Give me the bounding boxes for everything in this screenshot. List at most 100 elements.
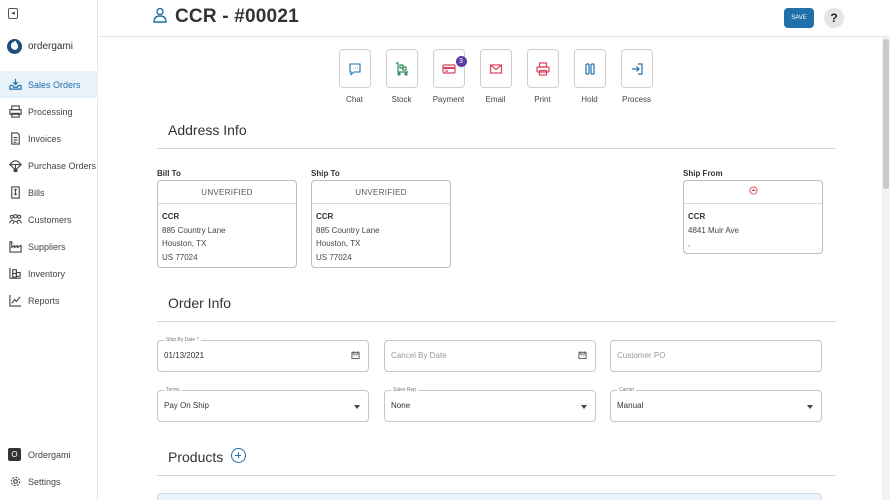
payment-count-badge: 3: [455, 56, 467, 67]
sidebar: ◂ ordergami Sales Orders Processing Invo…: [0, 0, 98, 500]
warehouse-alert-icon: [748, 186, 758, 195]
bill-to-label: Bill To: [157, 169, 181, 178]
field-label: Carrier: [617, 387, 637, 393]
terms-select[interactable]: Terms Pay On Ship: [157, 387, 369, 422]
email-button[interactable]: [479, 49, 512, 88]
payment-button[interactable]: 3: [432, 49, 467, 88]
sidebar-item-label: Sales Orders: [28, 79, 81, 90]
sidebar-item-bills[interactable]: Bills: [0, 179, 98, 206]
chevron-down-icon[interactable]: [354, 405, 360, 409]
sidebar-item-label: Bills: [28, 187, 45, 198]
payment-action[interactable]: 3 Payment: [425, 49, 472, 104]
line-chart-icon: [8, 294, 22, 308]
ship-to-line2: Houston, TX: [316, 239, 361, 248]
print-action[interactable]: Print: [519, 49, 566, 104]
parachute-icon: [8, 159, 22, 173]
sidebar-item-label: Suppliers: [28, 241, 66, 252]
chat-icon: [348, 62, 361, 76]
action-label: Process: [622, 95, 651, 104]
page-header: CCR - #00021 SAVE ?: [99, 0, 890, 37]
cancel-by-date-placeholder: Cancel By Date: [391, 351, 447, 360]
sidebar-item-settings[interactable]: Settings: [0, 468, 98, 495]
calendar-icon[interactable]: [578, 350, 587, 360]
ship-to-label: Ship To: [311, 169, 340, 178]
chevron-down-icon[interactable]: [581, 405, 587, 409]
receipt-icon: [8, 186, 22, 200]
add-product-icon[interactable]: [231, 448, 246, 463]
sales-rep-select[interactable]: Sales Rep None: [384, 387, 596, 422]
terms-value: Pay On Ship: [164, 401, 209, 410]
help-button[interactable]: ?: [824, 8, 844, 28]
customer-po-placeholder: Customer PO: [617, 351, 666, 360]
sidebar-item-processing[interactable]: Processing: [0, 98, 98, 125]
sidebar-item-label: Settings: [28, 476, 61, 487]
sidebar-item-label: Inventory: [28, 268, 66, 279]
save-button[interactable]: SAVE: [784, 8, 814, 28]
sidebar-item-suppliers[interactable]: Suppliers: [0, 233, 98, 260]
ship-by-date-field[interactable]: Ship By Date * 01/13/2021: [157, 337, 369, 372]
section-divider: [157, 321, 836, 322]
stock-button[interactable]: [385, 49, 418, 88]
collapse-sidebar-icon[interactable]: ◂: [8, 8, 18, 19]
sign-in-icon: [631, 62, 643, 75]
scrollbar-thumb[interactable]: [883, 39, 889, 189]
sidebar-item-invoices[interactable]: Invoices: [0, 125, 98, 152]
ship-from-line2: ,: [688, 239, 691, 248]
sidebar-nav: Sales Orders Processing Invoices Purchas…: [0, 71, 98, 314]
sidebar-item-label: Invoices: [28, 133, 62, 144]
title-wrap: CCR - #00021: [153, 6, 299, 28]
sidebar-item-purchase-orders[interactable]: Purchase Orders: [0, 152, 98, 179]
customer-po-field[interactable]: Customer PO: [610, 340, 822, 372]
sidebar-item-reports[interactable]: Reports: [0, 287, 98, 314]
action-label: Email: [485, 95, 506, 104]
sidebar-item-label: Processing: [28, 106, 73, 117]
action-label: Hold: [581, 95, 598, 104]
action-label: Stock: [391, 95, 412, 104]
print-button[interactable]: [526, 49, 559, 88]
section-divider: [157, 475, 836, 476]
brand-name: ordergami: [28, 41, 74, 52]
process-action[interactable]: Process: [613, 49, 660, 104]
credit-card-icon: [441, 63, 456, 74]
ship-by-date-value: 01/13/2021: [164, 351, 205, 360]
ship-from-card[interactable]: CCR 4841 Muir Ave ,: [683, 180, 823, 254]
ship-to-card[interactable]: UNVERIFIED CCR 885 Country Lane Houston,…: [311, 180, 451, 268]
page-title: CCR - #00021: [175, 6, 299, 27]
ship-to-address: CCR 885 Country Lane Houston, TX US 7702…: [312, 204, 450, 270]
user-icon: [153, 7, 167, 28]
org-label: Ordergami: [28, 449, 71, 460]
sidebar-item-customers[interactable]: Customers: [0, 206, 98, 233]
chat-button[interactable]: [338, 49, 371, 88]
bill-to-line3: US 77024: [162, 252, 198, 262]
sidebar-item-inventory[interactable]: Inventory: [0, 260, 98, 287]
chat-action[interactable]: Chat: [331, 49, 378, 104]
calendar-icon[interactable]: [351, 350, 360, 360]
sidebar-item-sales-orders[interactable]: Sales Orders: [0, 71, 98, 98]
stock-action[interactable]: Stock: [378, 49, 425, 104]
bill-to-card[interactable]: UNVERIFIED CCR 885 Country Lane Houston,…: [157, 180, 297, 268]
process-button[interactable]: [620, 49, 653, 88]
bill-to-name: CCR: [162, 212, 180, 221]
bill-to-line2: Houston, TX: [162, 239, 207, 248]
hold-button[interactable]: [573, 49, 606, 88]
carrier-select[interactable]: Carrier Manual: [610, 387, 822, 422]
gear-icon: [8, 475, 22, 489]
factory-icon: [8, 240, 22, 254]
products-table: [157, 493, 822, 500]
ship-to-name: CCR: [316, 212, 334, 221]
pause-icon: [584, 62, 595, 75]
bill-to-address: CCR 885 Country Lane Houston, TX US 7702…: [158, 204, 296, 270]
bill-to-status: UNVERIFIED: [158, 181, 296, 204]
organization-switcher[interactable]: O Ordergami: [0, 441, 98, 468]
document-icon: [8, 132, 22, 146]
chevron-down-icon[interactable]: [807, 405, 813, 409]
email-action[interactable]: Email: [472, 49, 519, 104]
cancel-by-date-field[interactable]: Cancel By Date: [384, 340, 596, 372]
brand[interactable]: ordergami: [7, 39, 73, 54]
sales-rep-value: None: [391, 401, 411, 410]
hold-action[interactable]: Hold: [566, 49, 613, 104]
page-scrollbar[interactable]: [882, 37, 890, 500]
sidebar-item-label: Customers: [28, 214, 72, 225]
ship-from-address: CCR 4841 Muir Ave ,: [684, 204, 822, 257]
inbox-download-icon: [8, 78, 22, 92]
